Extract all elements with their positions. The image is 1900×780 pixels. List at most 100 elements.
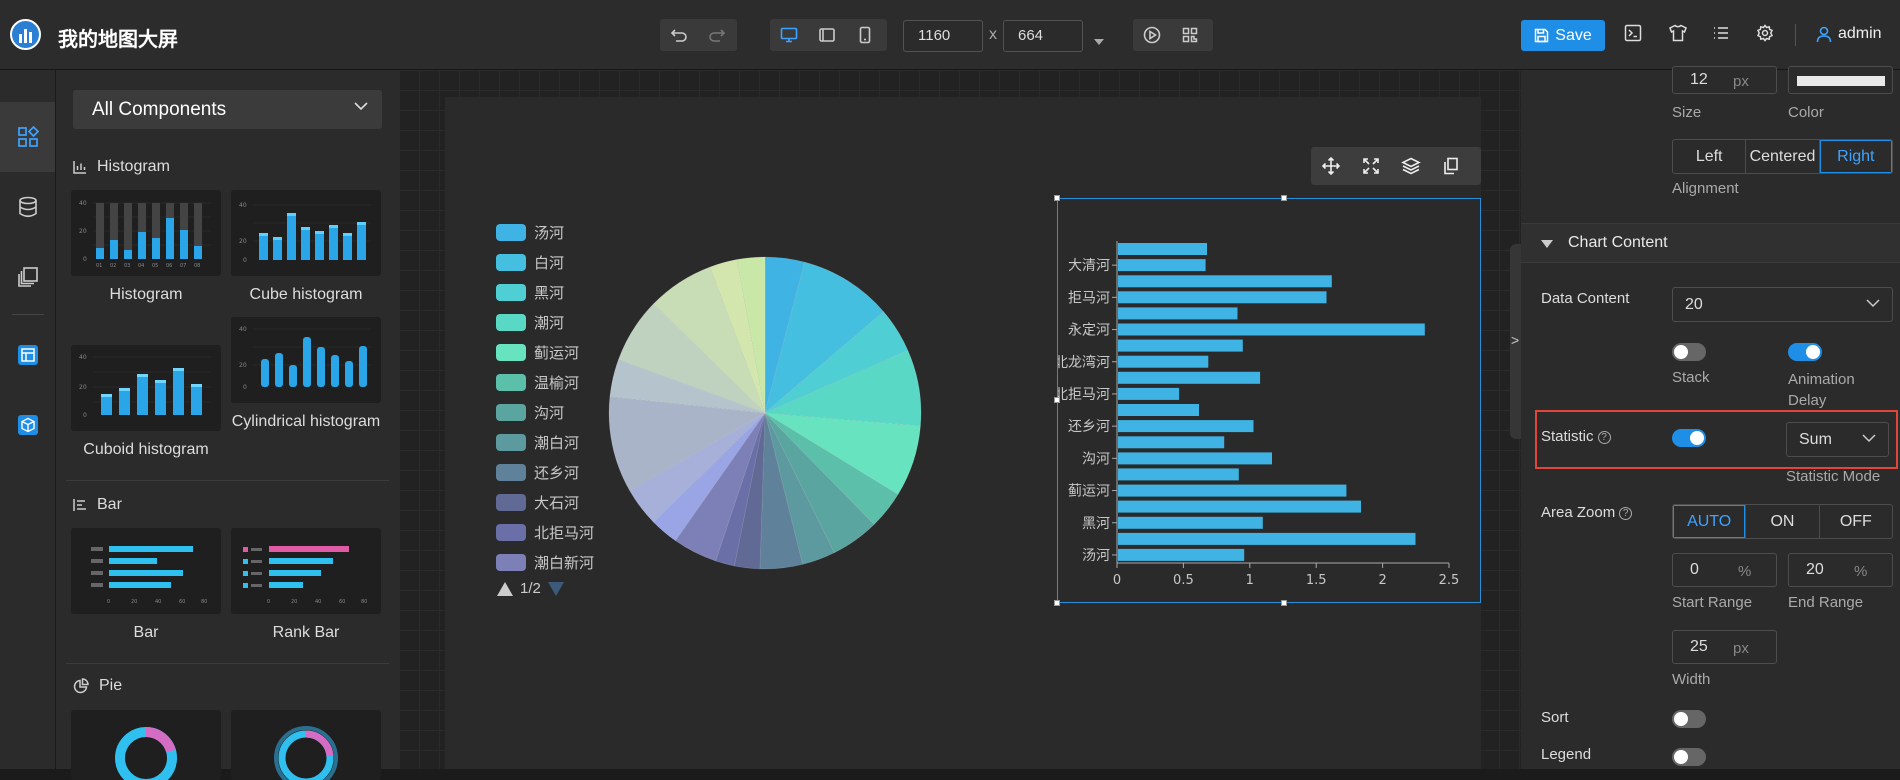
- settings-button[interactable]: [1756, 24, 1774, 47]
- start-range-input[interactable]: 0 %: [1672, 553, 1777, 587]
- user-menu[interactable]: admin: [1816, 25, 1882, 43]
- legend-item[interactable]: 还乡河: [496, 462, 579, 482]
- resize-handle[interactable]: [1281, 195, 1287, 201]
- sort-toggle[interactable]: [1672, 710, 1706, 728]
- desktop-view-button[interactable]: [770, 19, 808, 51]
- zoom-on-button[interactable]: ON: [1746, 505, 1820, 538]
- pie-icon: [73, 678, 89, 694]
- height-input[interactable]: 664: [1003, 20, 1083, 52]
- width-input[interactable]: 25 px: [1672, 630, 1777, 664]
- legend-item[interactable]: 潮白新河: [496, 552, 594, 572]
- align-center-button[interactable]: Centered: [1746, 140, 1820, 173]
- resize-handle[interactable]: [1054, 600, 1060, 606]
- rank-bar-card[interactable]: 0 20 40 60 80: [231, 528, 381, 614]
- svg-text:60: 60: [339, 599, 345, 605]
- preview-button[interactable]: [1133, 19, 1171, 51]
- templates-tab[interactable]: [0, 320, 55, 390]
- save-button[interactable]: Save: [1521, 20, 1605, 51]
- copy-button[interactable]: [1431, 147, 1471, 185]
- data-content-select[interactable]: 20: [1672, 287, 1893, 322]
- undo-button[interactable]: [660, 19, 698, 51]
- legend-label: 潮河: [534, 314, 565, 332]
- legend-item[interactable]: 潮白河: [496, 432, 579, 452]
- move-button[interactable]: [1311, 147, 1351, 185]
- size-dropdown-caret[interactable]: [1093, 33, 1105, 51]
- chevron-down-icon: [354, 102, 368, 111]
- category-select[interactable]: All Components: [73, 90, 382, 129]
- section-pie-title: Pie: [99, 677, 123, 694]
- legend-item[interactable]: 汤河: [496, 222, 564, 242]
- page-up-icon[interactable]: [496, 581, 514, 597]
- cube-histogram-card[interactable]: 40 20 0: [231, 190, 381, 276]
- font-size-unit: px: [1733, 73, 1749, 90]
- data-source-tab[interactable]: [0, 172, 55, 242]
- terminal-button[interactable]: [1624, 24, 1642, 47]
- end-range-input[interactable]: 20 %: [1788, 553, 1893, 587]
- width-input[interactable]: 1160: [903, 20, 983, 52]
- section-bar-title: Bar: [97, 496, 122, 513]
- help-icon[interactable]: ?: [1619, 507, 1633, 520]
- page-down-icon[interactable]: [547, 581, 565, 597]
- font-color-picker[interactable]: [1788, 66, 1893, 94]
- layers-list-button[interactable]: [1712, 24, 1730, 47]
- data-content-value: 20: [1685, 296, 1703, 313]
- svg-text:80: 80: [361, 599, 367, 605]
- svg-text:04: 04: [138, 263, 144, 269]
- legend-swatch: [496, 253, 526, 271]
- qrcode-icon: [1182, 27, 1198, 43]
- qrcode-button[interactable]: [1171, 19, 1209, 51]
- resize-handle[interactable]: [1054, 195, 1060, 201]
- align-left-button[interactable]: Left: [1673, 140, 1747, 173]
- zoom-auto-button[interactable]: AUTO: [1673, 505, 1747, 538]
- area-zoom-label: Area Zoom?: [1541, 504, 1633, 521]
- section-bar: Bar: [73, 496, 122, 514]
- history-group: [660, 19, 737, 51]
- legend-item[interactable]: 沟河: [496, 402, 564, 422]
- ring-card[interactable]: [71, 710, 221, 780]
- bar-chart-icon: [73, 499, 86, 511]
- legend-item[interactable]: 潮河: [496, 312, 564, 332]
- top-bar: 我的地图大屏 1160 x 664 Save admin: [0, 0, 1900, 70]
- stack-toggle[interactable]: [1672, 343, 1706, 361]
- mobile-view-button[interactable]: [846, 19, 884, 51]
- histogram-card[interactable]: 40 20 0 01 02 03 04 05 06 07 08: [71, 190, 221, 276]
- legend-swatch: [496, 313, 526, 331]
- animation-delay-toggle[interactable]: [1788, 343, 1822, 361]
- start-range-label: Start Range: [1672, 594, 1753, 611]
- legend-item[interactable]: 黑河: [496, 282, 564, 302]
- legend-item[interactable]: 大石河: [496, 492, 579, 512]
- pie-chart[interactable]: [605, 253, 925, 573]
- resources-tab[interactable]: [0, 242, 55, 312]
- gear-icon: [1756, 24, 1774, 42]
- cuboid-histogram-card[interactable]: 40 20 0: [71, 345, 221, 431]
- layer-button[interactable]: [1391, 147, 1431, 185]
- bar-card[interactable]: 0 20 40 60 80: [71, 528, 221, 614]
- widgets-tab[interactable]: [0, 390, 55, 460]
- font-size-input[interactable]: 12 px: [1672, 66, 1777, 94]
- legend-label: 潮白新河: [534, 554, 595, 572]
- cuboid-histogram-label: Cuboid histogram: [83, 441, 209, 458]
- legend-toggle[interactable]: [1672, 748, 1706, 766]
- components-tab[interactable]: [0, 102, 55, 172]
- resize-handle[interactable]: [1054, 397, 1060, 403]
- redo-button[interactable]: [698, 19, 736, 51]
- fullscreen-button[interactable]: [1351, 147, 1391, 185]
- theme-button[interactable]: [1668, 24, 1688, 47]
- legend-item[interactable]: 白河: [496, 252, 564, 272]
- resize-handle[interactable]: [1281, 600, 1287, 606]
- color-label: Color: [1788, 104, 1824, 121]
- tablet-view-button[interactable]: [808, 19, 846, 51]
- legend-item[interactable]: 北拒马河: [496, 522, 594, 542]
- panel-collapse-handle[interactable]: >: [1510, 244, 1521, 439]
- ring-card[interactable]: [231, 710, 381, 780]
- svg-text:40: 40: [155, 599, 161, 605]
- legend-item[interactable]: 蓟运河: [496, 342, 579, 362]
- svg-text:20: 20: [239, 238, 247, 245]
- chart-content-section[interactable]: Chart Content: [1521, 223, 1900, 263]
- zoom-off-button[interactable]: OFF: [1820, 505, 1892, 538]
- legend-item[interactable]: 温榆河: [496, 372, 579, 392]
- legend-swatch: [496, 343, 526, 361]
- svg-text:0: 0: [83, 412, 87, 419]
- cylindrical-histogram-card[interactable]: 40 20 0: [231, 317, 381, 403]
- align-right-button[interactable]: Right: [1820, 140, 1892, 173]
